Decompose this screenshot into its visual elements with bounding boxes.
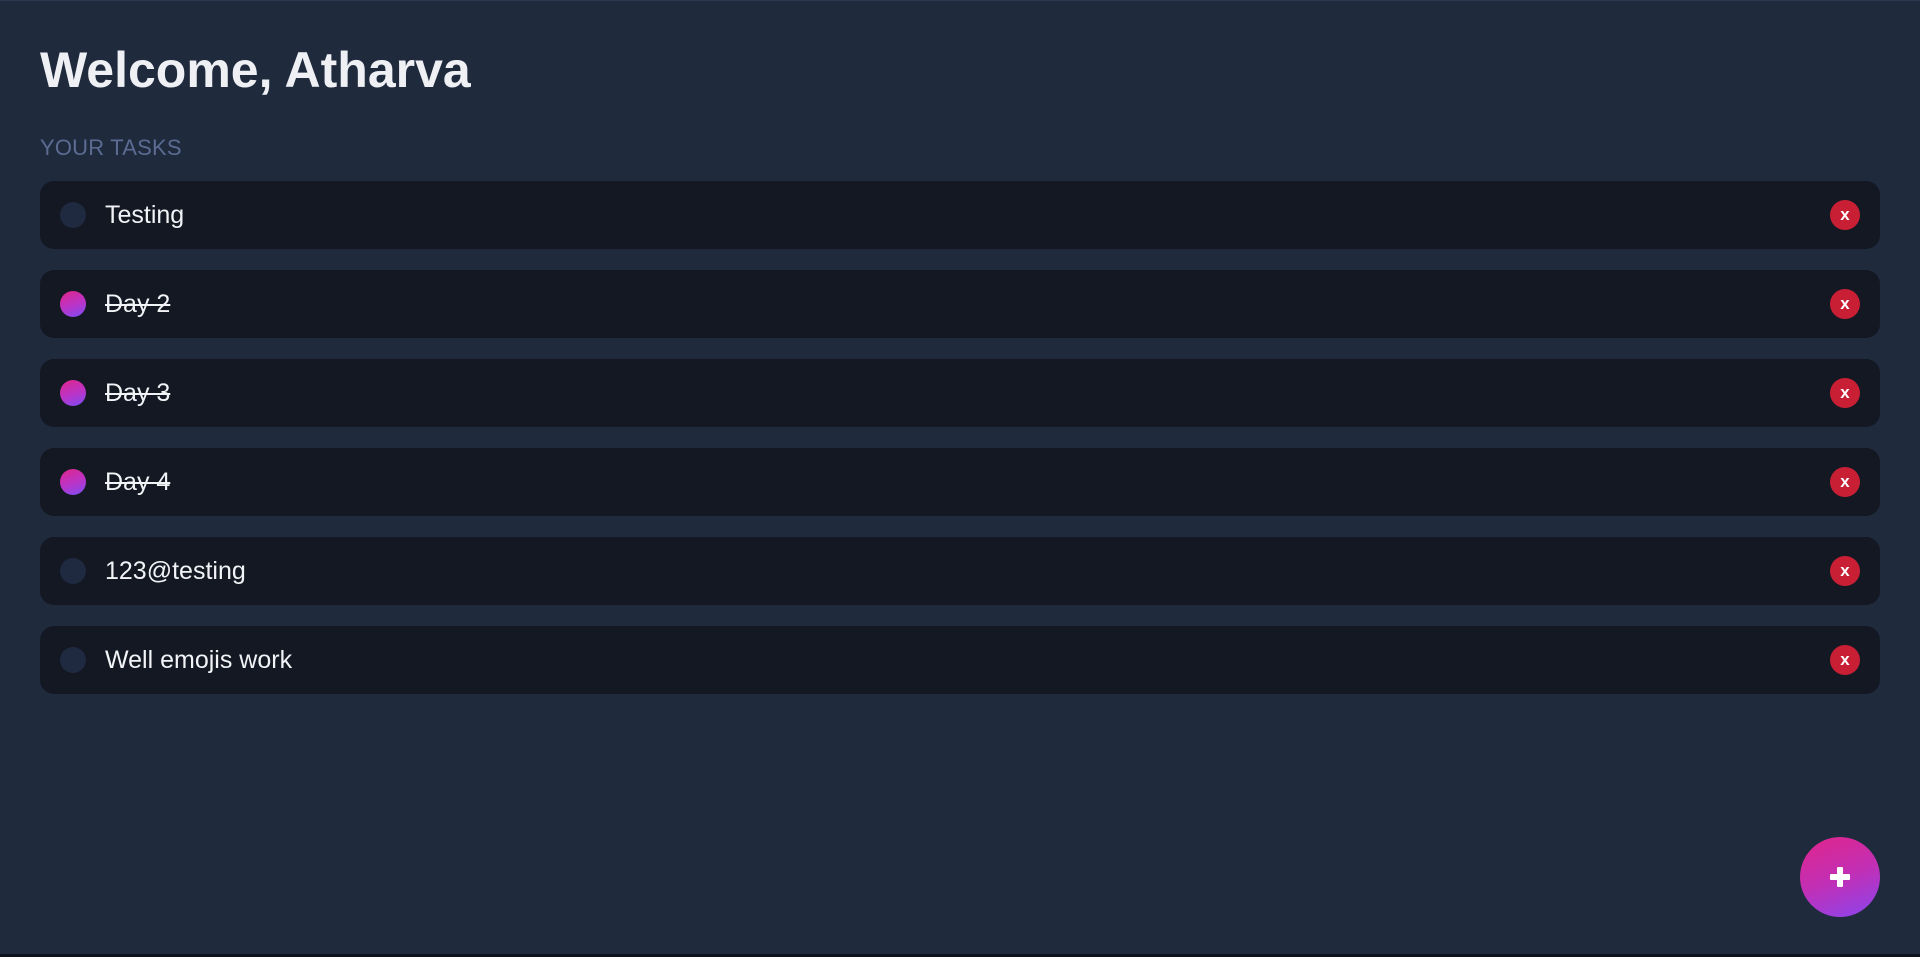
task-checkbox[interactable] xyxy=(60,558,86,584)
task-text: Day 2 xyxy=(105,290,171,318)
task-checkbox[interactable] xyxy=(60,469,86,495)
plus-icon xyxy=(1830,867,1850,887)
task-checkbox[interactable] xyxy=(60,380,86,406)
task-row[interactable]: Day 3 x xyxy=(40,359,1880,427)
task-text: Day 4 xyxy=(105,468,171,496)
delete-task-button[interactable]: x xyxy=(1830,556,1860,586)
task-list: Testing x Day 2 x Day 3 x Day 4 x 123@te… xyxy=(40,181,1880,694)
task-checkbox[interactable] xyxy=(60,291,86,317)
task-row[interactable]: Well emojis work x xyxy=(40,626,1880,694)
delete-task-button[interactable]: x xyxy=(1830,200,1860,230)
task-row[interactable]: Day 4 x xyxy=(40,448,1880,516)
task-row[interactable]: 123@testing x xyxy=(40,537,1880,605)
task-text: Testing xyxy=(105,201,185,229)
add-task-button[interactable] xyxy=(1800,837,1880,917)
delete-task-button[interactable]: x xyxy=(1830,289,1860,319)
delete-task-button[interactable]: x xyxy=(1830,378,1860,408)
delete-task-button[interactable]: x xyxy=(1830,467,1860,497)
task-row[interactable]: Testing x xyxy=(40,181,1880,249)
task-text: 123@testing xyxy=(105,557,246,585)
page-title: Welcome, Atharva xyxy=(40,42,471,98)
task-checkbox[interactable] xyxy=(60,202,86,228)
delete-task-button[interactable]: x xyxy=(1830,645,1860,675)
task-text: Well emojis work xyxy=(105,646,293,674)
task-text: Day 3 xyxy=(105,379,171,407)
main-container: Welcome, Atharva YOUR TASKS Testing x Da… xyxy=(40,0,1880,715)
task-checkbox[interactable] xyxy=(60,647,86,673)
tasks-section-label: YOUR TASKS xyxy=(40,135,182,160)
task-row[interactable]: Day 2 x xyxy=(40,270,1880,338)
